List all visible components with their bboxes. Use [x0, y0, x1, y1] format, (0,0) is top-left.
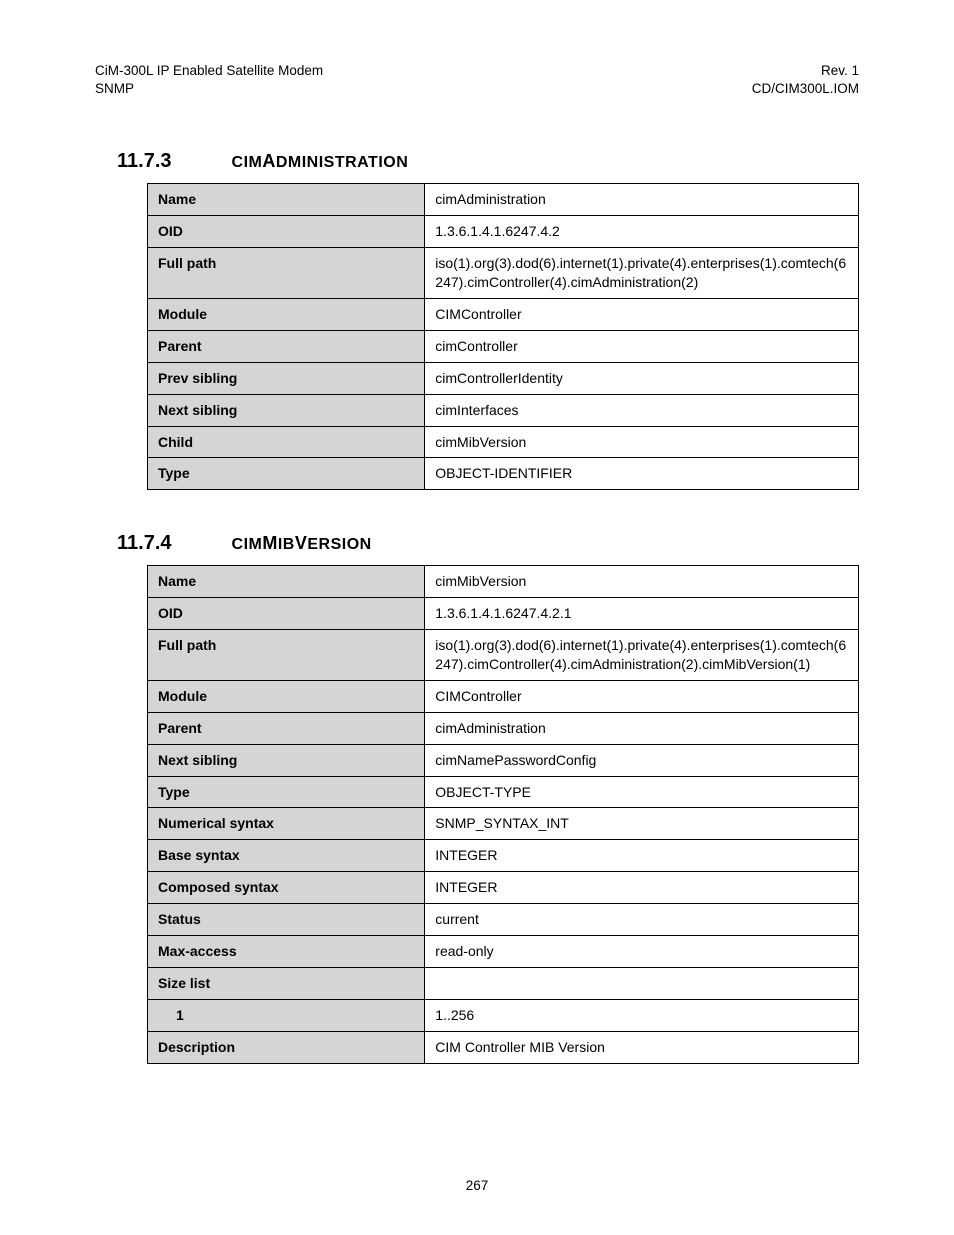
- field-value: OBJECT-TYPE: [425, 776, 859, 808]
- field-name: Prev sibling: [148, 362, 425, 394]
- field-value: INTEGER: [425, 840, 859, 872]
- table-row: TypeOBJECT-TYPE: [148, 776, 859, 808]
- title-part: DMINISTRATION: [276, 154, 408, 171]
- section-title-1: CIMMIBVERSION: [232, 533, 372, 554]
- mib-table-1: NamecimMibVersionOID1.3.6.1.4.1.6247.4.2…: [147, 565, 859, 1063]
- table-row: TypeOBJECT-IDENTIFIER: [148, 458, 859, 490]
- field-value: cimMibVersion: [425, 426, 859, 458]
- field-value: cimNamePasswordConfig: [425, 744, 859, 776]
- header-left: CiM-300L IP Enabled Satellite Modem SNMP: [95, 62, 323, 98]
- table-row: OID1.3.6.1.4.1.6247.4.2: [148, 216, 859, 248]
- table-row: Prev siblingcimControllerIdentity: [148, 362, 859, 394]
- field-value: iso(1).org(3).dod(6).internet(1).private…: [425, 248, 859, 299]
- title-part: A: [262, 151, 276, 171]
- table-row: OID1.3.6.1.4.1.6247.4.2.1: [148, 598, 859, 630]
- table-row: Full pathiso(1).org(3).dod(6).internet(1…: [148, 630, 859, 681]
- table-row: Statuscurrent: [148, 904, 859, 936]
- document-page: CiM-300L IP Enabled Satellite Modem SNMP…: [0, 0, 954, 1235]
- field-name: Max-access: [148, 936, 425, 968]
- field-value: CIM Controller MIB Version: [425, 1031, 859, 1063]
- header-section: SNMP: [95, 80, 323, 98]
- section-title-0: CIMADMINISTRATION: [232, 151, 409, 172]
- field-value: cimMibVersion: [425, 566, 859, 598]
- title-part: M: [262, 533, 278, 553]
- field-value: cimInterfaces: [425, 394, 859, 426]
- field-value: 1..256: [425, 999, 859, 1031]
- field-value: CIMController: [425, 299, 859, 331]
- field-name: Module: [148, 299, 425, 331]
- field-name: Name: [148, 184, 425, 216]
- section-heading-1: 11.7.4 CIMMIBVERSION: [117, 532, 859, 555]
- field-value: current: [425, 904, 859, 936]
- title-part: IB: [278, 536, 295, 553]
- table-row: Max-accessread-only: [148, 936, 859, 968]
- table-row: ChildcimMibVersion: [148, 426, 859, 458]
- field-name: Full path: [148, 248, 425, 299]
- field-name: Parent: [148, 712, 425, 744]
- field-name: Full path: [148, 630, 425, 681]
- field-value: [425, 967, 859, 999]
- table-row: NamecimMibVersion: [148, 566, 859, 598]
- section-number-0: 11.7.3: [117, 150, 172, 173]
- header-docid: CD/CIM300L.IOM: [752, 80, 859, 98]
- field-name: Numerical syntax: [148, 808, 425, 840]
- field-name: OID: [148, 216, 425, 248]
- table-row: NamecimAdministration: [148, 184, 859, 216]
- field-name: OID: [148, 598, 425, 630]
- title-part: V: [295, 533, 308, 553]
- field-name: Child: [148, 426, 425, 458]
- table-row: ParentcimController: [148, 330, 859, 362]
- field-name: Status: [148, 904, 425, 936]
- field-name: Module: [148, 680, 425, 712]
- table-row: Next siblingcimNamePasswordConfig: [148, 744, 859, 776]
- section-number-1: 11.7.4: [117, 532, 172, 555]
- mib-table-0: NamecimAdministrationOID1.3.6.1.4.1.6247…: [147, 183, 859, 490]
- header-product: CiM-300L IP Enabled Satellite Modem: [95, 62, 323, 80]
- header-revision: Rev. 1: [752, 62, 859, 80]
- table-row: ModuleCIMController: [148, 299, 859, 331]
- header-right: Rev. 1 CD/CIM300L.IOM: [752, 62, 859, 98]
- field-value: OBJECT-IDENTIFIER: [425, 458, 859, 490]
- field-value: 1.3.6.1.4.1.6247.4.2.1: [425, 598, 859, 630]
- page-header: CiM-300L IP Enabled Satellite Modem SNMP…: [95, 62, 859, 98]
- field-name: Parent: [148, 330, 425, 362]
- field-value: read-only: [425, 936, 859, 968]
- field-value: cimAdministration: [425, 184, 859, 216]
- title-part: CIM: [232, 154, 263, 171]
- table-row: Full pathiso(1).org(3).dod(6).internet(1…: [148, 248, 859, 299]
- table-row: ModuleCIMController: [148, 680, 859, 712]
- section-heading-0: 11.7.3 CIMADMINISTRATION: [117, 150, 859, 173]
- table-row: ParentcimAdministration: [148, 712, 859, 744]
- field-value: CIMController: [425, 680, 859, 712]
- field-name: Next sibling: [148, 394, 425, 426]
- field-name: 1: [148, 999, 425, 1031]
- title-part: CIM: [232, 536, 263, 553]
- field-name: Type: [148, 458, 425, 490]
- field-name: Type: [148, 776, 425, 808]
- field-value: cimAdministration: [425, 712, 859, 744]
- field-value: INTEGER: [425, 872, 859, 904]
- field-name: Size list: [148, 967, 425, 999]
- table-row: Numerical syntaxSNMP_SYNTAX_INT: [148, 808, 859, 840]
- field-value: iso(1).org(3).dod(6).internet(1).private…: [425, 630, 859, 681]
- field-value: 1.3.6.1.4.1.6247.4.2: [425, 216, 859, 248]
- table-row: Base syntaxINTEGER: [148, 840, 859, 872]
- table-row: Composed syntaxINTEGER: [148, 872, 859, 904]
- page-number: 267: [0, 1178, 954, 1193]
- field-name: Base syntax: [148, 840, 425, 872]
- field-name: Next sibling: [148, 744, 425, 776]
- field-name: Composed syntax: [148, 872, 425, 904]
- table-row: Next siblingcimInterfaces: [148, 394, 859, 426]
- field-value: SNMP_SYNTAX_INT: [425, 808, 859, 840]
- title-part: ERSION: [307, 536, 371, 553]
- field-value: cimControllerIdentity: [425, 362, 859, 394]
- field-value: cimController: [425, 330, 859, 362]
- table-row: 11..256: [148, 999, 859, 1031]
- field-name: Name: [148, 566, 425, 598]
- field-name: Description: [148, 1031, 425, 1063]
- table-row: DescriptionCIM Controller MIB Version: [148, 1031, 859, 1063]
- table-row: Size list: [148, 967, 859, 999]
